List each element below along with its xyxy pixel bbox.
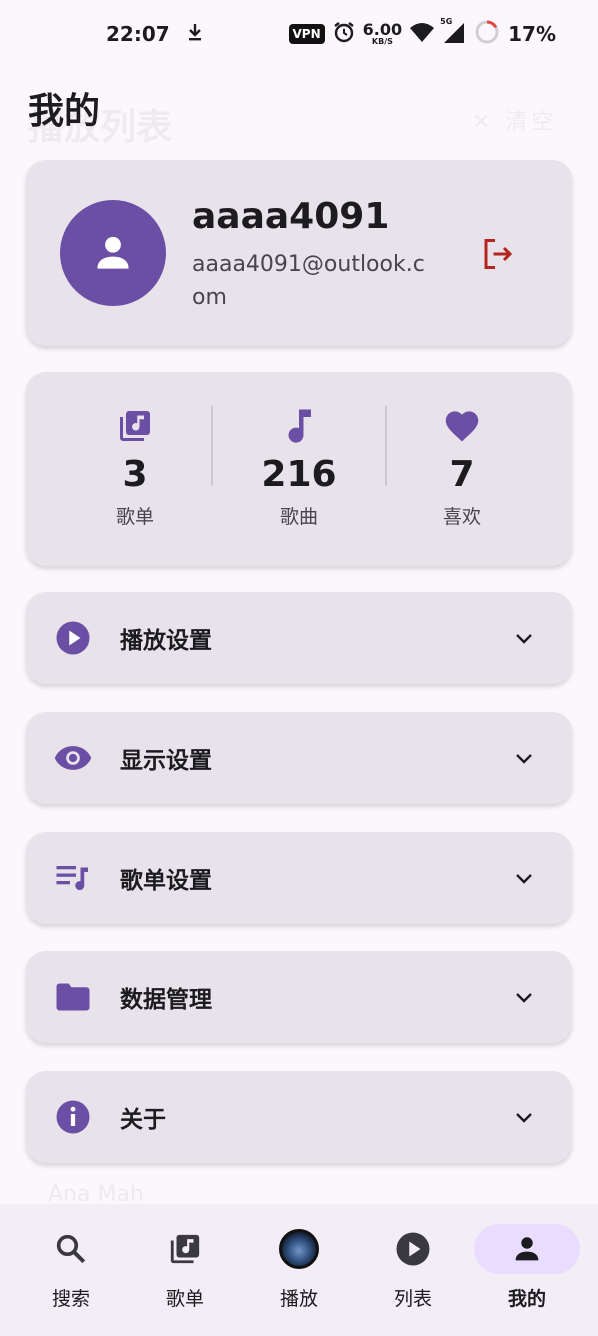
nav-profile[interactable]: 我的 xyxy=(472,1204,582,1336)
nav-list[interactable]: 列表 xyxy=(358,1204,468,1336)
stat-label: 歌曲 xyxy=(279,506,318,528)
wifi-icon xyxy=(410,22,435,47)
logout-icon xyxy=(484,239,513,269)
stat-playlists[interactable]: 3 歌单 xyxy=(80,372,190,566)
music-note-icon xyxy=(284,408,314,444)
setting-playlist[interactable]: 歌单设置 xyxy=(26,832,572,924)
divider xyxy=(211,406,213,486)
nav-playlists[interactable]: 歌单 xyxy=(130,1204,240,1336)
person-icon xyxy=(515,1237,539,1261)
folder-icon xyxy=(54,978,92,1016)
setting-playback[interactable]: 播放设置 xyxy=(26,592,572,684)
chevron-down-icon xyxy=(510,983,538,1011)
battery-ring-icon xyxy=(474,19,500,50)
person-icon xyxy=(97,236,129,269)
username: aaaa4091 xyxy=(192,196,390,237)
stat-label: 喜欢 xyxy=(442,506,481,528)
status-time: 22:07 xyxy=(106,22,170,46)
info-icon xyxy=(54,1098,92,1136)
profile-card: aaaa4091 aaaa4091@outlook.com xyxy=(26,160,572,346)
library-music-icon xyxy=(170,1234,200,1264)
setting-display[interactable]: 显示设置 xyxy=(26,712,572,804)
play-list-icon xyxy=(396,1232,430,1266)
setting-label: 显示设置 xyxy=(120,748,212,774)
setting-label: 数据管理 xyxy=(120,987,212,1013)
stat-songs[interactable]: 216 歌曲 xyxy=(244,372,354,566)
battery-percent: 17% xyxy=(508,22,556,46)
ghost-clear: ✕ 清空 xyxy=(472,110,558,135)
eye-icon xyxy=(54,739,92,777)
nav-search[interactable]: 搜索 xyxy=(16,1204,126,1336)
net-speed: 6.00 KB/S xyxy=(362,20,403,46)
nav-label: 列表 xyxy=(393,1288,432,1310)
search-icon xyxy=(56,1234,86,1264)
setting-data[interactable]: 数据管理 xyxy=(26,951,572,1043)
setting-label: 关于 xyxy=(120,1107,166,1133)
queue-music-icon xyxy=(54,859,92,897)
chevron-down-icon xyxy=(510,864,538,892)
download-icon xyxy=(186,22,204,47)
stats-card: 3 歌单 216 歌曲 7 喜欢 xyxy=(26,372,572,566)
email: aaaa4091@outlook.com xyxy=(192,252,425,310)
nav-label: 歌单 xyxy=(165,1288,204,1310)
chevron-down-icon xyxy=(510,1103,538,1131)
album-disc-icon xyxy=(279,1229,319,1269)
vpn-badge: VPN xyxy=(288,24,325,44)
bottom-nav: 搜索 歌单 播放 列表 我的 xyxy=(0,1204,598,1336)
stat-value: 7 xyxy=(449,454,475,495)
setting-label: 播放设置 xyxy=(120,628,212,654)
nav-label: 我的 xyxy=(507,1288,546,1310)
setting-label: 歌单设置 xyxy=(120,868,212,894)
logout-button[interactable] xyxy=(478,234,518,274)
page-title: 我的 xyxy=(28,91,101,132)
network-type-label: 5G xyxy=(440,16,453,26)
setting-about[interactable]: 关于 xyxy=(26,1071,572,1163)
avatar xyxy=(60,200,166,306)
heart-icon xyxy=(443,408,481,444)
stat-label: 歌单 xyxy=(115,506,154,528)
stat-value: 216 xyxy=(261,454,337,495)
nav-label: 搜索 xyxy=(51,1288,90,1310)
alarm-icon xyxy=(333,21,355,48)
stat-likes[interactable]: 7 喜欢 xyxy=(407,372,517,566)
status-bar: 22:07 VPN 6.00 KB/S 5G 17% xyxy=(0,0,598,68)
cell-signal-icon: 5G xyxy=(440,17,466,48)
divider xyxy=(385,406,387,486)
nav-play[interactable]: 播放 xyxy=(244,1204,354,1336)
play-circle-icon xyxy=(54,619,92,657)
chevron-down-icon xyxy=(510,624,538,652)
chevron-down-icon xyxy=(510,744,538,772)
playlist-icon xyxy=(117,408,153,444)
stat-value: 3 xyxy=(122,454,148,495)
nav-label: 播放 xyxy=(279,1288,318,1310)
